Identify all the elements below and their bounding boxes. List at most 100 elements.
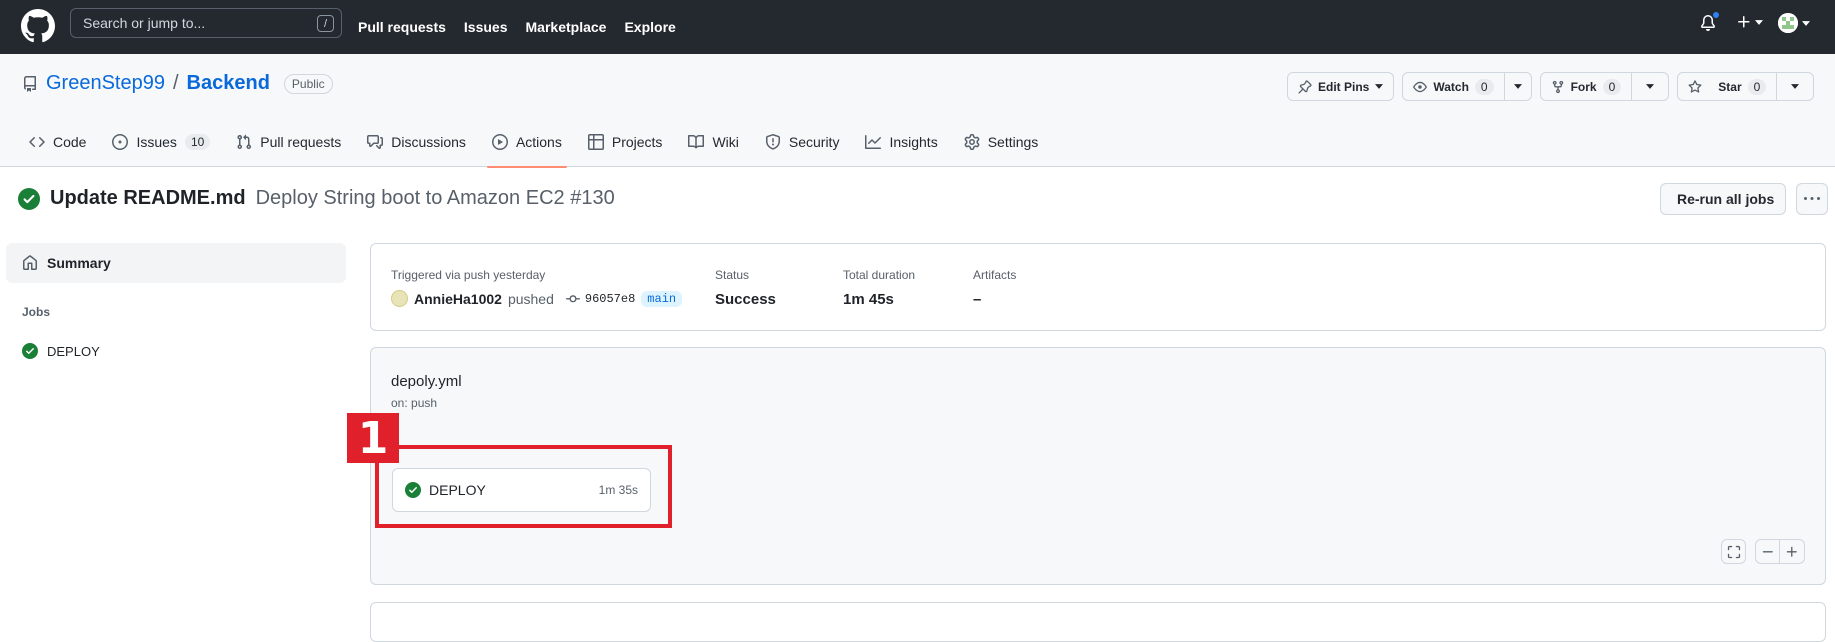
visibility-badge: Public: [283, 73, 333, 94]
artifacts-value: –: [973, 291, 982, 308]
repo-owner-link[interactable]: GreenStep99: [46, 72, 165, 95]
star-icon: [1688, 79, 1702, 93]
eye-icon: [1413, 81, 1428, 92]
watch-dropdown[interactable]: [1503, 73, 1531, 100]
create-new-menu[interactable]: [1736, 14, 1763, 30]
user-menu[interactable]: [1778, 13, 1810, 33]
tab-settings-label: Settings: [987, 134, 1039, 150]
watch-button[interactable]: Watch 0: [1402, 72, 1532, 101]
repo-title: GreenStep99 / Backend Public: [22, 72, 333, 95]
status-label: Status: [715, 268, 750, 282]
graph-icon: [865, 135, 882, 149]
more-options-button[interactable]: [1796, 183, 1828, 215]
tab-actions[interactable]: Actions: [479, 117, 575, 168]
tab-discussions[interactable]: Discussions: [354, 117, 479, 167]
github-logo-icon[interactable]: [21, 9, 55, 43]
play-icon: [491, 134, 508, 150]
annotation-step-marker: 1: [347, 413, 399, 464]
nav-issues[interactable]: Issues: [464, 19, 508, 35]
sidebar-item-job-deploy[interactable]: DEPLOY: [22, 343, 100, 359]
fork-label: Fork: [1570, 79, 1597, 94]
check-circle-fill-icon: [22, 343, 38, 359]
annotation-highlight-box: [375, 445, 672, 528]
tab-discussions-label: Discussions: [391, 134, 466, 150]
edit-pins-label: Edit Pins: [1318, 79, 1370, 94]
sidebar-jobs-heading: Jobs: [22, 305, 51, 319]
sidebar-job-label: DEPLOY: [47, 343, 100, 359]
search-input[interactable]: [83, 15, 303, 31]
actor-action: pushed: [507, 290, 554, 307]
check-circle-fill-icon: [18, 187, 40, 210]
repository-header: GreenStep99 / Backend Public Edit Pins W…: [0, 54, 1835, 168]
duration-info: Total duration 1m 45s: [843, 268, 915, 308]
status-info: Status Success: [715, 268, 776, 308]
artifacts-label: Artifacts: [973, 268, 1017, 282]
nav-marketplace[interactable]: Marketplace: [526, 19, 607, 35]
edit-pins-button[interactable]: Edit Pins: [1287, 72, 1395, 101]
star-label: Star: [1718, 79, 1742, 94]
fork-dropdown[interactable]: [1631, 73, 1668, 100]
zoom-controls: [1755, 539, 1805, 564]
repo-icon: [23, 75, 36, 92]
caret-down-icon: [1755, 19, 1763, 25]
actor-link[interactable]: AnnieHa1002: [414, 291, 502, 307]
branch-badge[interactable]: main: [641, 290, 683, 307]
watch-count: 0: [1474, 78, 1494, 95]
code-icon: [29, 136, 45, 148]
star-dropdown[interactable]: [1776, 73, 1813, 100]
tab-projects-label: Projects: [611, 134, 663, 150]
discussion-icon: [367, 135, 384, 149]
tab-code-label: Code: [53, 134, 87, 150]
workflow-file-name: depoly.yml: [391, 373, 462, 390]
caret-down-icon: [1791, 84, 1800, 89]
commit-sha-link[interactable]: 96057e8: [565, 291, 636, 306]
fork-icon: [1552, 80, 1563, 93]
plus-icon: [1738, 16, 1750, 28]
repo-separator: /: [172, 72, 179, 94]
pull-request-icon: [237, 134, 252, 150]
table-icon: [587, 134, 604, 150]
fullscreen-button[interactable]: [1721, 539, 1746, 564]
global-header: / Pull requests Issues Marketplace Explo…: [0, 0, 1835, 54]
tab-actions-label: Actions: [515, 134, 562, 150]
tab-projects[interactable]: Projects: [575, 117, 676, 167]
dash-icon: [1762, 550, 1773, 552]
rerun-all-jobs-button[interactable]: Re-run all jobs: [1660, 183, 1786, 215]
page-title: Update README.md Deploy String boot to A…: [18, 187, 615, 210]
tab-security[interactable]: Security: [752, 117, 853, 167]
search-shortcut-key: /: [317, 15, 334, 32]
tab-settings[interactable]: Settings: [951, 117, 1052, 167]
tab-insights[interactable]: Insights: [852, 117, 950, 167]
global-nav: Pull requests Issues Marketplace Explore: [358, 0, 676, 54]
kebab-horizontal-icon: [1804, 197, 1820, 200]
global-search[interactable]: /: [70, 8, 342, 38]
caret-down-icon: [1802, 20, 1810, 26]
run-workflow-name: Deploy String boot to Amazon EC2 #130: [255, 187, 615, 209]
tab-wiki-label: Wiki: [712, 134, 739, 150]
notification-indicator: [1712, 11, 1720, 19]
watch-label: Watch: [1433, 79, 1469, 94]
tab-wiki[interactable]: Wiki: [675, 117, 751, 167]
duration-value: 1m 45s: [843, 291, 894, 308]
zoom-in-button[interactable]: [1780, 539, 1805, 564]
zoom-out-button[interactable]: [1755, 539, 1780, 564]
trigger-label: Triggered via push yesterday: [391, 268, 546, 282]
tab-issues-label: Issues: [136, 134, 177, 150]
star-button[interactable]: Star 0: [1677, 72, 1815, 101]
tab-issues[interactable]: Issues 10: [99, 117, 223, 167]
tab-code[interactable]: Code: [16, 117, 99, 167]
repo-name-link[interactable]: Backend: [187, 72, 270, 95]
nav-explore[interactable]: Explore: [624, 19, 675, 35]
caret-down-icon: [1646, 84, 1655, 89]
commit-sha: 96057e8: [584, 291, 636, 306]
sidebar-summary-label: Summary: [47, 255, 111, 271]
sidebar-item-summary[interactable]: Summary: [6, 243, 346, 283]
nav-pull-requests[interactable]: Pull requests: [358, 19, 446, 35]
tab-pull-requests[interactable]: Pull requests: [223, 117, 354, 167]
issue-icon: [112, 134, 129, 150]
run-commit-title: Update README.md: [50, 187, 246, 209]
star-count: 0: [1747, 78, 1767, 95]
fork-button[interactable]: Fork 0: [1539, 72, 1670, 101]
run-summary-panel: Triggered via push yesterday AnnieHa1002…: [370, 243, 1826, 331]
issues-count: 10: [184, 134, 211, 150]
